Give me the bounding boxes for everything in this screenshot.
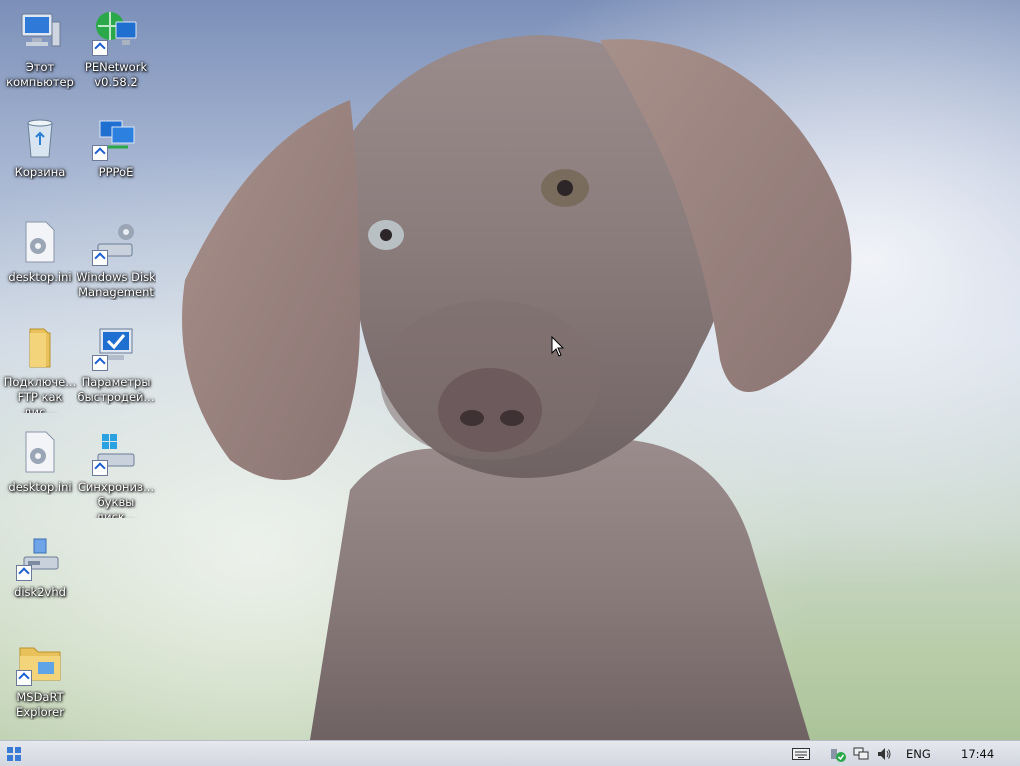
desktop-icon-desktop-ini-1[interactable]: desktop.ini: [0, 212, 80, 308]
security-tray-button[interactable]: [830, 741, 846, 766]
desktop-icon-ftp-connect[interactable]: Подключе... FTP как дис...: [0, 317, 80, 413]
desktop-icon-label: Подключе... FTP как дис...: [3, 375, 77, 413]
disk2vhd-icon: [16, 533, 64, 581]
desktop-icon-disk-management[interactable]: Windows Disk Management: [76, 212, 156, 308]
desktop-icon-label: Синхрониз... буквы диск...: [77, 480, 155, 518]
dog-illustration: [182, 35, 852, 740]
desktop-icon-penetwork[interactable]: PENetwork v0.58.2: [76, 2, 156, 98]
desktop-icon-msdart-explorer[interactable]: MSDaRT Explorer: [0, 632, 80, 728]
network-tray-button[interactable]: [853, 741, 869, 766]
network-connection-icon: [92, 113, 140, 161]
network-icon: [853, 747, 869, 759]
computer-icon: [16, 8, 64, 56]
desktop-icon-label: PENetwork v0.58.2: [84, 60, 148, 89]
clock[interactable]: 17:44: [961, 741, 994, 766]
settings-file-icon: [16, 218, 64, 266]
shortcut-arrow-icon: [92, 40, 108, 56]
explorer-folder-icon: [16, 638, 64, 686]
language-indicator[interactable]: ENG: [906, 741, 931, 766]
start-button[interactable]: [6, 746, 22, 762]
drive-sync-icon: [92, 428, 140, 476]
shortcut-arrow-icon: [92, 250, 108, 266]
shortcut-arrow-icon: [16, 565, 32, 581]
desktop-icon-label: Windows Disk Management: [76, 270, 156, 299]
speaker-icon: [878, 747, 891, 760]
desktop-icon-label: MSDaRT Explorer: [16, 690, 64, 719]
recycle-bin-icon: [16, 113, 64, 161]
shortcut-arrow-icon: [92, 355, 108, 371]
keyboard-tray-button[interactable]: [792, 741, 810, 766]
volume-tray-button[interactable]: [876, 741, 892, 766]
taskbar: ENG 17:44: [0, 740, 1020, 766]
desktop-icon-this-pc[interactable]: Этот компьютер: [0, 2, 80, 98]
desktop-icon-performance[interactable]: Параметры быстродей...: [76, 317, 156, 413]
disk-management-icon: [92, 218, 140, 266]
desktop-icon-label: desktop.ini: [8, 480, 72, 494]
security-shield-icon: [831, 748, 846, 762]
desktop-icon-label: Корзина: [14, 165, 66, 179]
shortcut-arrow-icon: [16, 670, 32, 686]
network-globe-icon: [92, 8, 140, 56]
desktop-icon-pppoe[interactable]: PPPoE: [76, 107, 156, 203]
shortcut-arrow-icon: [92, 460, 108, 476]
settings-file-icon: [16, 428, 64, 476]
desktop-icon-label: desktop.ini: [8, 270, 72, 284]
desktop-icon-label: Параметры быстродей...: [77, 375, 155, 404]
folder-icon: [16, 323, 64, 371]
desktop-icon-label: disk2vhd: [14, 585, 66, 599]
desktop-icon-desktop-ini-2[interactable]: desktop.ini: [0, 422, 80, 518]
windows-logo-icon: [7, 747, 21, 761]
desktop-icon-recycle-bin[interactable]: Корзина: [0, 107, 80, 203]
desktop-icon-label: PPPoE: [98, 165, 134, 179]
desktop-icon-disk2vhd[interactable]: disk2vhd: [0, 527, 80, 623]
desktop-icon-drive-sync[interactable]: Синхрониз... буквы диск...: [76, 422, 156, 518]
desktop-icon-label: Этот компьютер: [6, 60, 74, 89]
shortcut-arrow-icon: [92, 145, 108, 161]
keyboard-icon: [792, 747, 810, 760]
mouse-cursor-icon: [551, 336, 565, 357]
performance-settings-icon: [92, 323, 140, 371]
